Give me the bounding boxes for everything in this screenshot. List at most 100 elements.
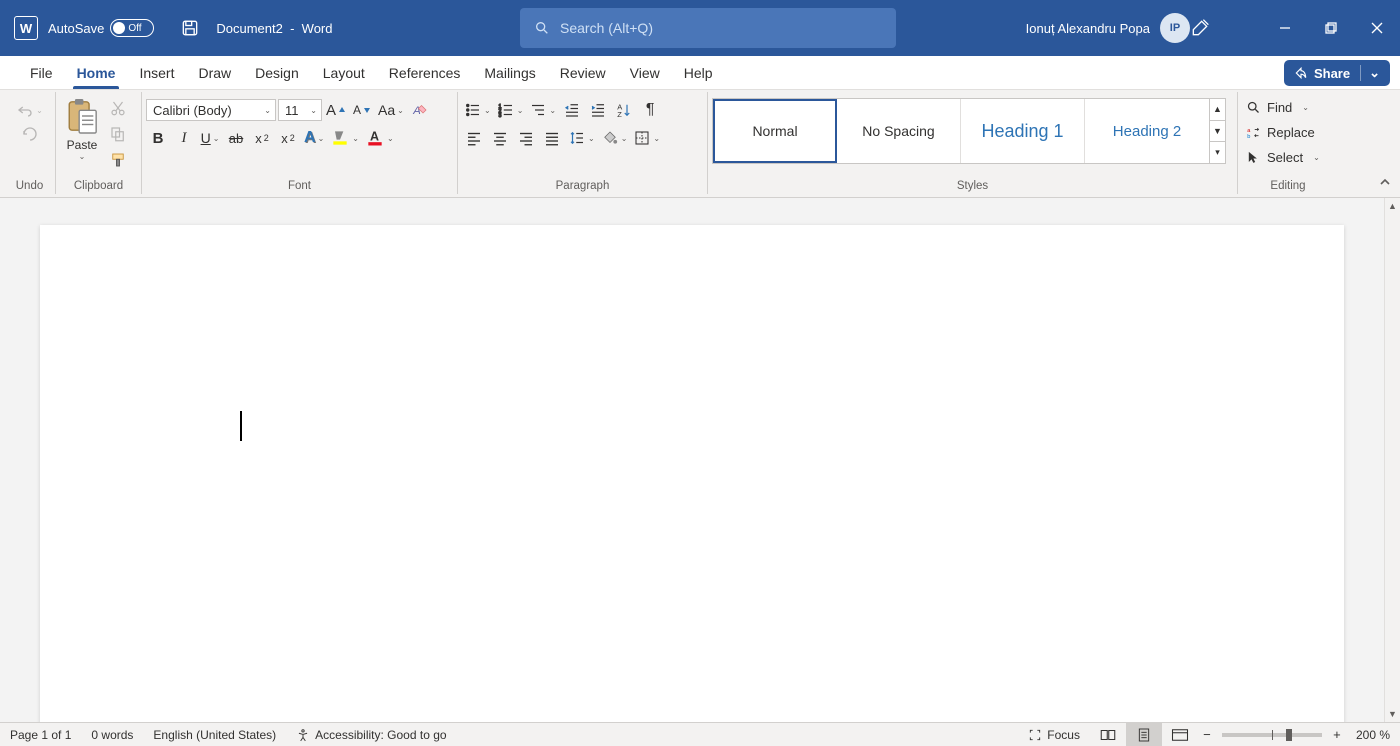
paste-label: Paste [67, 138, 98, 152]
svg-text:3: 3 [498, 113, 501, 119]
focus-mode-button[interactable]: Focus [1018, 723, 1090, 746]
numbering-button[interactable]: 123⌄ [495, 98, 526, 122]
align-left-button[interactable] [462, 126, 486, 150]
tab-help[interactable]: Help [672, 56, 725, 89]
underline-button[interactable]: U⌄ [198, 126, 222, 150]
share-dropdown-icon[interactable]: ⌄ [1360, 65, 1380, 81]
paragraph-group-label: Paragraph [462, 180, 703, 194]
coming-soon-icon[interactable] [1188, 16, 1212, 40]
style-normal[interactable]: Normal [713, 99, 837, 163]
sort-button[interactable]: AZ [612, 98, 636, 122]
show-marks-button[interactable]: ¶ [638, 98, 662, 122]
web-layout-button[interactable] [1162, 723, 1198, 746]
read-mode-button[interactable] [1090, 723, 1126, 746]
style-heading-1[interactable]: Heading 1 [961, 99, 1085, 163]
select-button[interactable]: Select⌄ [1242, 146, 1324, 168]
superscript-button[interactable]: x2 [276, 126, 300, 150]
italic-button[interactable]: I [172, 126, 196, 150]
tab-draw[interactable]: Draw [186, 56, 243, 89]
replace-label: Replace [1267, 125, 1315, 140]
styles-scroll-down-icon[interactable]: ▼ [1210, 121, 1225, 143]
close-button[interactable] [1354, 0, 1400, 56]
share-button[interactable]: Share ⌄ [1284, 60, 1390, 86]
font-color-button[interactable]: A⌄ [363, 126, 396, 150]
print-layout-button[interactable] [1126, 723, 1162, 746]
word-count[interactable]: 0 words [81, 723, 143, 746]
shrink-font-button[interactable]: A [350, 98, 374, 122]
scroll-track[interactable] [1385, 214, 1400, 706]
document-page[interactable] [40, 225, 1344, 722]
accessibility-label: Accessibility: Good to go [315, 728, 446, 742]
search-box[interactable]: Search (Alt+Q) [520, 8, 896, 48]
paste-dropdown-icon[interactable]: ⌄ [79, 152, 86, 161]
save-button[interactable] [170, 16, 210, 40]
style-no-spacing[interactable]: No Spacing [837, 99, 961, 163]
tab-design[interactable]: Design [243, 56, 311, 89]
accessibility-status[interactable]: Accessibility: Good to go [286, 723, 456, 746]
borders-button[interactable]: ⌄ [631, 126, 662, 150]
autosave-state: Off [128, 23, 141, 34]
page-info[interactable]: Page 1 of 1 [0, 723, 81, 746]
find-button[interactable]: Find⌄ [1242, 96, 1324, 118]
word-app-icon: W [14, 16, 38, 40]
highlight-button[interactable]: ⌄ [328, 126, 361, 150]
share-label: Share [1314, 66, 1350, 81]
align-center-button[interactable] [488, 126, 512, 150]
zoom-in-button[interactable]: + [1328, 723, 1346, 746]
tab-insert[interactable]: Insert [127, 56, 186, 89]
justify-button[interactable] [540, 126, 564, 150]
grow-font-button[interactable]: A [324, 98, 348, 122]
tab-home[interactable]: Home [65, 56, 128, 89]
clear-formatting-button[interactable]: A [408, 98, 432, 122]
bullets-button[interactable]: ⌄ [462, 98, 493, 122]
ribbon: ⌄ Undo Paste ⌄ Clipboard Calibri (Body)⌄… [0, 90, 1400, 198]
find-label: Find [1267, 100, 1292, 115]
multilevel-list-button[interactable]: ⌄ [527, 98, 558, 122]
tab-layout[interactable]: Layout [311, 56, 377, 89]
user-name-label: Ionuț Alexandru Popa [1026, 21, 1150, 36]
cut-button[interactable] [106, 96, 130, 120]
tab-file[interactable]: File [18, 56, 65, 89]
shading-button[interactable]: ⌄ [599, 126, 630, 150]
minimize-button[interactable] [1262, 0, 1308, 56]
tab-review[interactable]: Review [548, 56, 618, 89]
scroll-up-icon[interactable]: ▲ [1385, 198, 1400, 214]
align-right-button[interactable] [514, 126, 538, 150]
zoom-level[interactable]: 200 % [1346, 723, 1400, 746]
styles-expand-icon[interactable]: ▾ [1210, 142, 1225, 163]
copy-button[interactable] [106, 122, 130, 146]
strikethrough-button[interactable]: ab [224, 126, 248, 150]
text-cursor [240, 411, 242, 441]
font-size-combo[interactable]: 11⌄ [278, 99, 322, 121]
line-spacing-button[interactable]: ⌄ [566, 126, 597, 150]
style-heading-2[interactable]: Heading 2 [1085, 99, 1209, 163]
tab-view[interactable]: View [618, 56, 672, 89]
autosave-toggle[interactable]: Off [110, 19, 154, 37]
language-status[interactable]: English (United States) [143, 723, 286, 746]
undo-button[interactable]: ⌄ [14, 98, 45, 122]
collapse-ribbon-icon[interactable] [1376, 173, 1394, 191]
editing-group-label: Editing [1242, 180, 1334, 194]
font-name-combo[interactable]: Calibri (Body)⌄ [146, 99, 276, 121]
tab-references[interactable]: References [377, 56, 473, 89]
text-effects-button[interactable]: A⌄ [302, 126, 326, 150]
change-case-button[interactable]: Aa⌄ [376, 98, 406, 122]
styles-scroll-up-icon[interactable]: ▲ [1210, 99, 1225, 121]
tab-mailings[interactable]: Mailings [472, 56, 547, 89]
undo-group-label: Undo [8, 180, 51, 194]
svg-text:A: A [370, 130, 379, 144]
zoom-out-button[interactable]: − [1198, 723, 1216, 746]
bold-button[interactable]: B [146, 126, 170, 150]
decrease-indent-button[interactable] [560, 98, 584, 122]
account-area[interactable]: Ionuț Alexandru Popa IP [1026, 13, 1190, 43]
zoom-slider[interactable] [1222, 733, 1322, 737]
increase-indent-button[interactable] [586, 98, 610, 122]
format-painter-button[interactable] [106, 148, 130, 172]
paste-button[interactable]: Paste ⌄ [60, 94, 104, 161]
redo-button[interactable] [18, 122, 42, 146]
maximize-button[interactable] [1308, 0, 1354, 56]
replace-button[interactable]: ab Replace [1242, 121, 1324, 143]
scroll-down-icon[interactable]: ▼ [1385, 706, 1400, 722]
vertical-scrollbar[interactable]: ▲ ▼ [1384, 198, 1400, 722]
subscript-button[interactable]: x2 [250, 126, 274, 150]
